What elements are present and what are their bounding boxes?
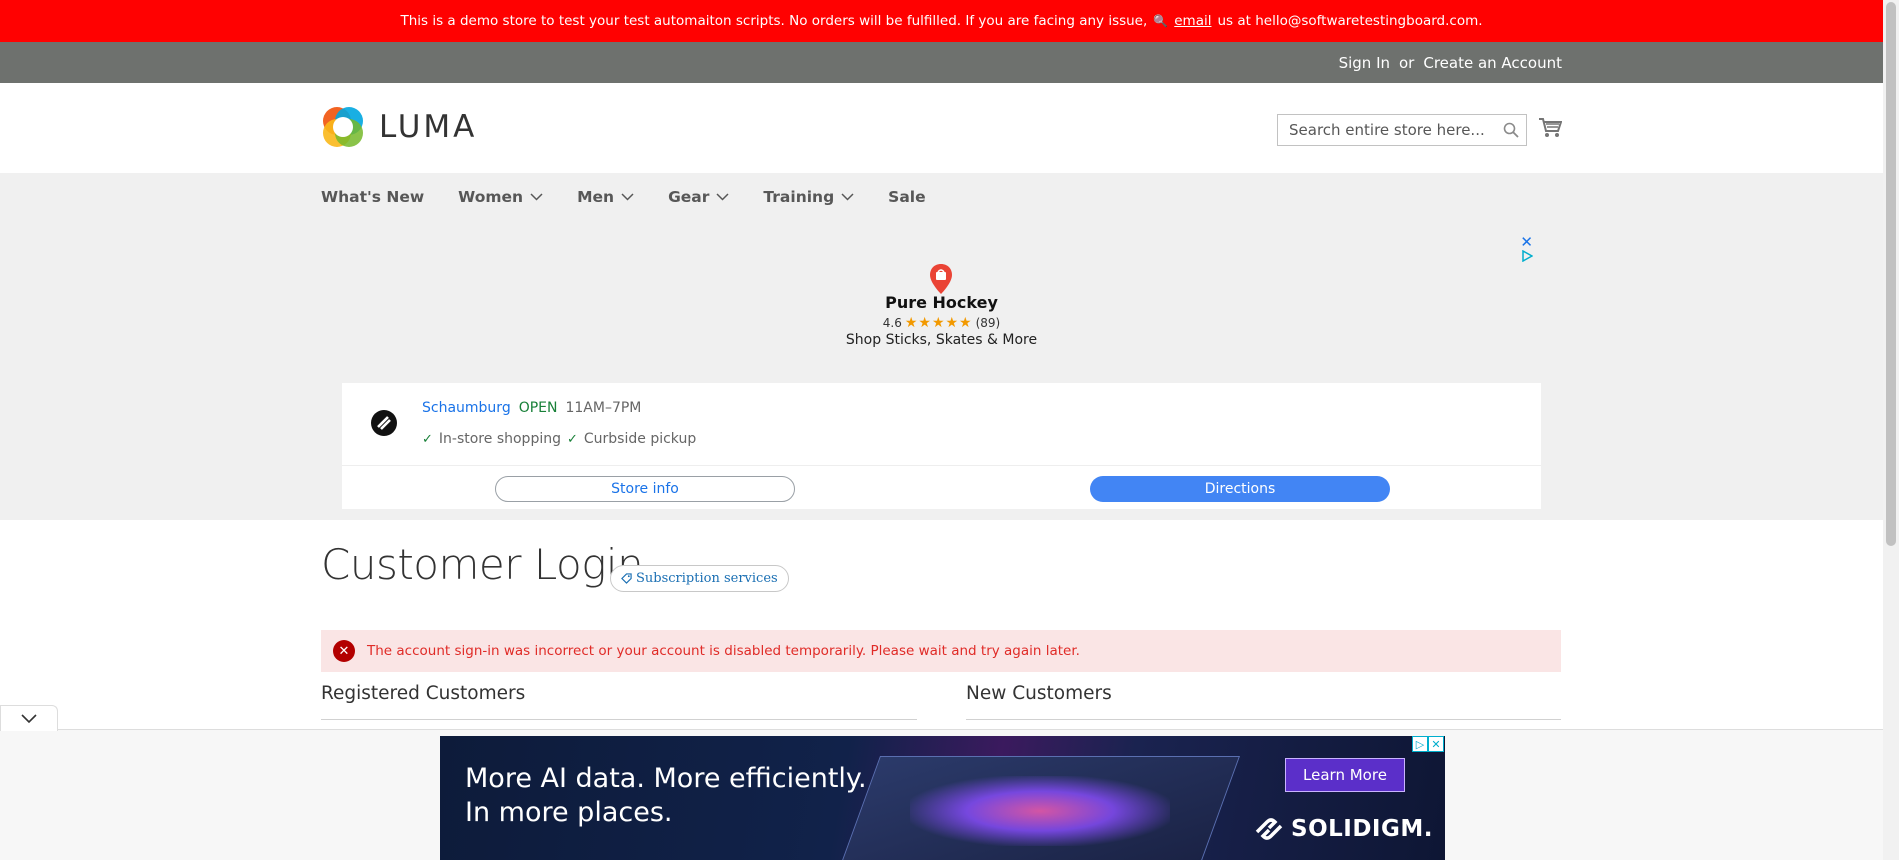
nav-item-gear[interactable]: Gear [668,188,729,206]
demo-notice-banner: This is a demo store to test your test a… [0,0,1883,42]
store-location-line: Schaumburg OPEN 11AM–7PM [422,400,641,416]
nav-item-label: What's New [321,188,425,206]
solidigm-banner-ad[interactable]: More AI data. More efficiently. In more … [440,736,1445,860]
ad-close-icon[interactable]: ✕ [1428,736,1444,752]
chevron-down-icon [716,193,729,201]
demo-notice-suffix: us at hello@softwaretestingboard.com. [1217,13,1483,29]
error-text: The account sign-in was incorrect or you… [367,643,1080,659]
ad-controls: ▷ ✕ [1412,736,1444,752]
banner-headline-line-2: In more places. [465,797,673,828]
learn-more-button[interactable]: Learn More [1285,758,1405,792]
feature-curbside: Curbside pickup [583,431,697,447]
nav-item-label: Gear [668,188,710,206]
ad-choices-icon[interactable]: ▷ [1412,736,1428,752]
nav-item-women[interactable]: Women [458,188,543,206]
ad-overlay-divider [0,729,1883,730]
banner-headline-line-1: More AI data. More efficiently. [465,763,867,794]
ad-close-icon[interactable]: ✕ [1520,233,1533,251]
tag-icon [621,573,632,584]
solidigm-logo-icon [1255,818,1283,840]
nav-item-sale[interactable]: Sale [888,188,925,206]
check-icon: ✓ [422,431,433,447]
store-open-status: OPEN [518,400,558,416]
top-links-bar: Sign In or Create an Account [0,42,1883,83]
banner-headline: More AI data. More efficiently. In more … [465,762,867,830]
nav-item-what-s-new[interactable]: What's New [321,188,424,206]
review-count: (89) [975,316,1001,330]
create-account-link[interactable]: Create an Account [1423,54,1562,72]
page-scrollbar[interactable] [1883,0,1899,860]
store-info-button[interactable]: Store info [495,476,795,502]
store-features: ✓ In-store shopping ✓ Curbside pickup [422,431,696,447]
luma-logo-icon [323,107,363,147]
key-icon: 🔍 [1153,14,1169,28]
scrollbar-thumb[interactable] [1886,2,1896,546]
logo-text: LUMA [379,109,478,145]
store-name[interactable]: Pure Hockey [342,293,1541,312]
subscription-services-label: Subscription services [636,571,778,586]
rating-value: 4.6 [882,316,902,330]
or-text: or [1399,53,1415,72]
directions-button[interactable]: Directions [1090,476,1390,502]
search-input[interactable] [1287,120,1517,140]
solidigm-wordmark: SOLIDIGM. [1291,816,1433,842]
nav-item-label: Sale [888,188,926,206]
page-title: Customer Login [321,540,644,589]
demo-notice-text: This is a demo store to test your test a… [400,13,1148,29]
ad-choices-icon[interactable] [1521,250,1533,262]
sign-in-link[interactable]: Sign In [1339,54,1390,72]
check-icon: ✓ [566,431,578,447]
star-rating-icon: ★★★★★ [904,315,973,331]
cart-icon[interactable] [1538,117,1562,139]
search-field[interactable] [1277,114,1527,146]
error-icon: ✕ [333,640,355,662]
nav-item-training[interactable]: Training [763,188,854,206]
chevron-down-icon [841,193,854,201]
pure-hockey-logo-icon [371,410,397,436]
store-rating: 4.6 ★★★★★ (89) [342,315,1541,331]
registered-divider [321,719,917,720]
error-message: ✕ The account sign-in was incorrect or y… [321,630,1561,672]
new-customers-divider [966,719,1561,720]
chevron-down-icon [21,713,37,723]
solidigm-logo: SOLIDIGM. [1253,814,1433,844]
ad-artwork-glow [910,776,1170,846]
nav-item-men[interactable]: Men [577,188,634,206]
feature-in-store: In-store shopping [438,431,561,447]
chevron-down-icon [530,193,543,201]
new-customers-heading: New Customers [966,683,1112,704]
store-tagline: Shop Sticks, Skates & More [845,332,1038,348]
chevron-down-icon [621,193,634,201]
registered-customers-heading: Registered Customers [321,683,526,704]
subscription-services-badge[interactable]: Subscription services [610,565,789,592]
store-ad-card[interactable]: ✕ Pure Hockey 4.6 ★★★★★ (89) Shop Sticks… [342,231,1541,509]
email-link[interactable]: email [1174,13,1211,29]
store-hours: 11AM–7PM [565,400,642,416]
nav-item-label: Women [458,188,524,206]
search-icon[interactable] [1503,122,1519,138]
store-city-link[interactable]: Schaumburg [422,400,511,416]
luma-logo[interactable]: LUMA [321,105,477,149]
map-pin-icon [930,264,952,294]
nav-item-label: Men [577,188,615,206]
collapse-ad-button[interactable] [0,705,58,731]
nav-item-label: Training [763,188,835,206]
